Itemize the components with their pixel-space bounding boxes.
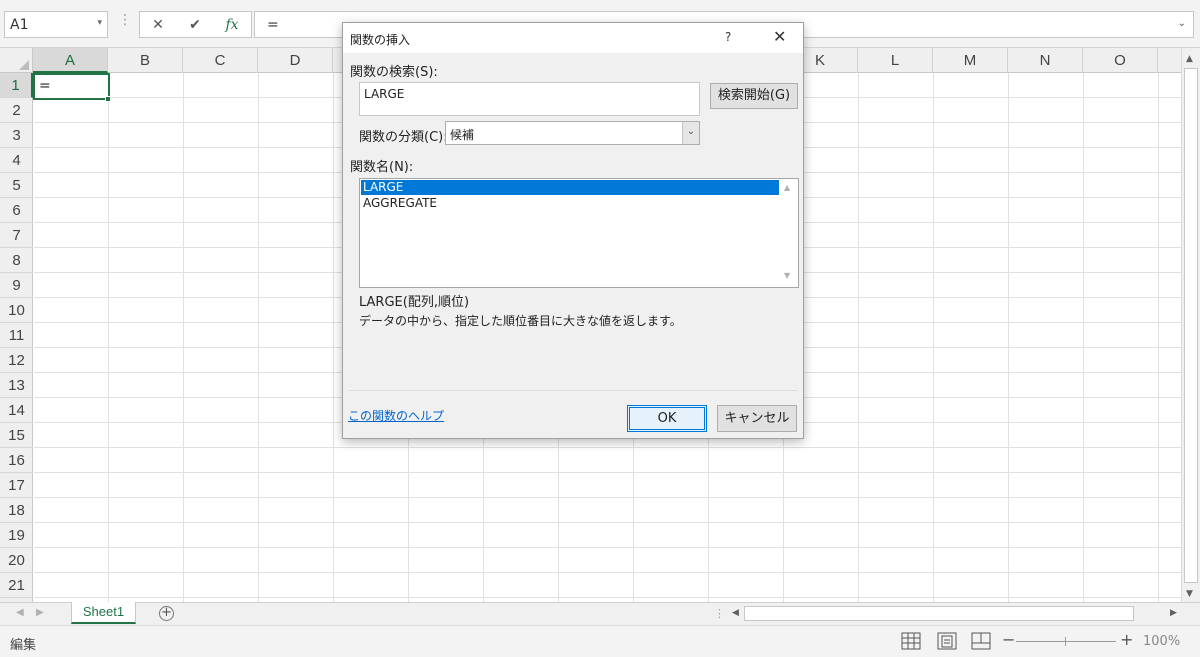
active-cell-text: = [39, 78, 51, 94]
column-header[interactable]: B [108, 48, 183, 73]
scroll-up-icon[interactable]: ▲ [1186, 54, 1193, 64]
search-label: 関数の検索(S): [350, 65, 438, 80]
enter-icon[interactable]: ✔ [180, 14, 210, 36]
row-header[interactable]: 8 [0, 248, 33, 273]
row-header[interactable]: 3 [0, 123, 33, 148]
column-header[interactable]: A [33, 48, 108, 73]
search-start-button[interactable]: 検索開始(G) [710, 83, 798, 109]
horizontal-scrollbar[interactable]: ◀ ▶ [728, 605, 1181, 623]
horizontal-scroll-thumb[interactable] [744, 606, 1134, 621]
function-syntax: LARGE(配列,順位) [359, 295, 470, 310]
status-bar: 編集 − + 100% [0, 625, 1200, 657]
row-header[interactable]: 1 [0, 73, 33, 98]
insert-function-icon[interactable]: fx [217, 14, 247, 36]
column-header[interactable]: D [258, 48, 333, 73]
chevron-down-icon[interactable]: ▾ [97, 18, 102, 28]
function-list-scrollbar[interactable]: ▲ ▼ [779, 179, 798, 287]
expand-formula-bar-icon[interactable]: ⌄ [1178, 18, 1186, 29]
function-description: データの中から、指定した順位番目に大きな値を返します。 [359, 314, 682, 328]
tab-next-icon[interactable]: ▶ [36, 607, 44, 618]
close-icon[interactable]: ✕ [773, 27, 786, 46]
cancel-icon[interactable]: ✕ [143, 14, 173, 36]
scroll-down-icon[interactable]: ▼ [784, 271, 790, 280]
tab-prev-icon[interactable]: ◀ [16, 607, 24, 618]
cancel-button[interactable]: キャンセル [717, 405, 797, 432]
row-header[interactable]: 20 [0, 548, 33, 573]
normal-view-icon[interactable] [901, 632, 921, 650]
row-header[interactable]: 12 [0, 348, 33, 373]
row-header[interactable]: 17 [0, 473, 33, 498]
function-list-item[interactable]: AGGREGATE [361, 196, 779, 211]
select-all-icon [19, 60, 29, 70]
column-header[interactable]: C [183, 48, 258, 73]
zoom-slider-thumb[interactable] [1065, 637, 1066, 646]
column-header[interactable]: O [1083, 48, 1158, 73]
scroll-right-icon[interactable]: ▶ [1170, 608, 1177, 618]
function-help-link[interactable]: この関数のヘルプ [348, 407, 444, 424]
fill-handle[interactable] [105, 96, 111, 102]
formula-buttons: ✕ ✔ fx [139, 11, 252, 38]
column-header[interactable]: M [933, 48, 1008, 73]
column-header[interactable]: L [858, 48, 933, 73]
insert-function-dialog: 関数の挿入 ? ✕ 関数の検索(S): LARGE 検索開始(G) 関数の分類(… [342, 22, 804, 439]
status-mode: 編集 [10, 638, 37, 653]
row-header[interactable]: 14 [0, 398, 33, 423]
row-header[interactable]: 2 [0, 98, 33, 123]
ok-button[interactable]: OK [627, 405, 707, 432]
zoom-in-icon[interactable]: + [1120, 630, 1133, 649]
category-select-value: 候補 [450, 128, 475, 142]
row-header[interactable]: 19 [0, 523, 33, 548]
page-break-preview-icon[interactable] [971, 632, 991, 650]
sheet-tab-sheet1[interactable]: Sheet1 [71, 602, 136, 624]
function-name-list[interactable]: LARGE AGGREGATE ▲ ▼ [359, 178, 799, 288]
dialog-divider [349, 390, 797, 391]
category-label: 関数の分類(C): [359, 130, 448, 145]
row-header[interactable]: 9 [0, 273, 33, 298]
scroll-down-icon[interactable]: ▼ [1186, 589, 1193, 599]
help-icon[interactable]: ? [725, 30, 731, 44]
dialog-titlebar[interactable]: 関数の挿入 ? ✕ [343, 23, 803, 53]
function-list-label: 関数名(N): [350, 160, 414, 175]
column-header[interactable]: N [1008, 48, 1083, 73]
row-header[interactable]: 4 [0, 148, 33, 173]
scroll-left-icon[interactable]: ◀ [732, 608, 739, 618]
zoom-level[interactable]: 100% [1143, 634, 1180, 649]
more-vertical-icon: ⋮ [118, 12, 132, 28]
vertical-scroll-thumb[interactable] [1184, 68, 1198, 583]
vertical-scrollbar[interactable]: ▲ ▼ [1181, 48, 1200, 602]
row-header[interactable]: 18 [0, 498, 33, 523]
category-select[interactable]: 候補 ⌄ [445, 121, 700, 145]
name-box[interactable]: A1 ▾ [4, 11, 108, 38]
dialog-title: 関数の挿入 [350, 33, 411, 47]
function-search-input[interactable]: LARGE [359, 82, 700, 116]
chevron-down-icon[interactable]: ⌄ [682, 122, 699, 144]
function-list-item[interactable]: LARGE [361, 180, 779, 195]
zoom-out-icon[interactable]: − [1002, 630, 1015, 649]
row-header[interactable]: 5 [0, 173, 33, 198]
row-header[interactable]: 11 [0, 323, 33, 348]
row-headers: 1 2 3 4 5 6 7 8 9 10 11 12 13 14 15 16 17 18 19 20 21 [0, 73, 33, 602]
row-header[interactable]: 10 [0, 298, 33, 323]
row-header[interactable]: 21 [0, 573, 33, 598]
tab-split-handle[interactable]: ⋮ [714, 607, 725, 620]
row-header[interactable]: 15 [0, 423, 33, 448]
add-sheet-icon[interactable]: + [159, 606, 174, 621]
row-header[interactable]: 7 [0, 223, 33, 248]
page-layout-icon[interactable] [937, 632, 957, 650]
zoom-slider[interactable] [1016, 641, 1116, 642]
row-header[interactable]: 13 [0, 373, 33, 398]
active-cell[interactable]: = [33, 73, 110, 100]
row-header[interactable]: 6 [0, 198, 33, 223]
name-box-value: A1 [10, 17, 29, 33]
scroll-up-icon[interactable]: ▲ [784, 183, 790, 192]
formula-text: = [267, 17, 279, 33]
row-header[interactable]: 16 [0, 448, 33, 473]
sheet-tab-bar: ◀ ▶ Sheet1 + ⋮ ◀ ▶ [0, 602, 1200, 625]
select-all-button[interactable] [0, 48, 33, 73]
function-search-value: LARGE [364, 87, 405, 101]
